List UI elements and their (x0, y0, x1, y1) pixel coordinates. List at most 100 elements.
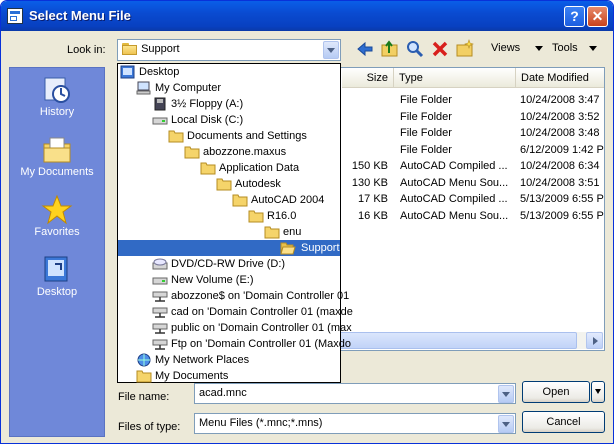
row-size: 17 KB (358, 193, 388, 205)
tree-item[interactable]: My Documents (136, 368, 228, 384)
row-date: 6/12/2009 1:42 P (520, 144, 604, 156)
tree-item[interactable]: abozzone$ on 'Domain Controller 01 (152, 288, 349, 304)
column-header-type[interactable]: Type (394, 68, 516, 88)
lookin-label: Look in: (67, 44, 106, 56)
row-date: 10/24/2008 3:48 (520, 127, 600, 139)
place-desktop[interactable]: Desktop (10, 254, 104, 298)
row-date: 10/24/2008 3:47 (520, 94, 600, 106)
tree-item[interactable]: cad on 'Domain Controller 01 (maxde (152, 304, 353, 320)
dialog-window: Select Menu File ? ✕ Look in: Support Vi… (0, 0, 614, 444)
filename-combo[interactable]: acad.mnc (194, 383, 516, 404)
help-button[interactable]: ? (564, 6, 585, 27)
row-type[interactable]: File Folder (400, 144, 514, 156)
column-header-size[interactable]: Size (342, 68, 394, 88)
folder-icon (216, 177, 232, 191)
tree-item-label: abozzone$ on 'Domain Controller 01 (171, 290, 350, 302)
tree-item-label: Support (301, 242, 340, 254)
tools-menu[interactable]: Tools (552, 42, 597, 54)
filetype-value: Menu Files (*.mnc;*.mns) (199, 417, 323, 429)
tree-item-label: New Volume (E:) (171, 274, 254, 286)
tree-item-label: cad on 'Domain Controller 01 (maxde (171, 306, 353, 318)
row-date: 5/13/2009 6:55 P (520, 193, 604, 205)
row-type[interactable]: File Folder (400, 94, 514, 106)
tree-item[interactable]: Application Data (200, 160, 299, 176)
folder-icon (168, 129, 184, 143)
row-date: 10/24/2008 6:34 (520, 160, 600, 172)
lookin-value: Support (141, 43, 180, 55)
chevron-down-icon (588, 45, 597, 51)
lookin-dropdown-list[interactable]: Desktop My Computer 3½ Floppy (A:) Local Di… (117, 63, 353, 384)
row-type[interactable]: File Folder (400, 111, 514, 123)
delete-icon (432, 41, 448, 57)
tree-item-label: 3½ Floppy (A:) (171, 98, 244, 110)
tree-item[interactable]: DVD/CD-RW Drive (D:) (152, 256, 285, 272)
cd-drive-icon (152, 257, 168, 271)
computer-icon (136, 81, 152, 95)
open-options-button[interactable] (591, 381, 605, 403)
places-bar: History My Documents Favorites Desktop (9, 67, 105, 437)
tree-item-label: Documents and Settings (187, 130, 307, 142)
app-icon (7, 8, 23, 24)
row-type[interactable]: AutoCAD Compiled ... (400, 160, 514, 172)
scroll-right-button[interactable] (586, 332, 603, 349)
cancel-button[interactable]: Cancel (522, 411, 605, 433)
desktop-icon (44, 256, 68, 282)
tree-item[interactable]: My Computer (136, 80, 221, 96)
tree-item[interactable]: Autodesk (216, 176, 281, 192)
row-size: 130 KB (351, 177, 388, 189)
tree-item-label: Local Disk (C:) (171, 114, 244, 126)
row-type[interactable]: AutoCAD Compiled ... (400, 193, 514, 205)
tree-item[interactable]: AutoCAD 2004 (232, 192, 324, 208)
close-button[interactable]: ✕ (587, 6, 608, 27)
tree-item-label: enu (283, 226, 302, 238)
row-type[interactable]: File Folder (400, 127, 514, 139)
place-history[interactable]: History (10, 74, 104, 118)
filetype-combo[interactable]: Menu Files (*.mnc;*.mns) (194, 413, 516, 434)
tree-item[interactable]: Local Disk (C:) (152, 112, 243, 128)
tree-item[interactable]: Documents and Settings (168, 128, 307, 144)
search-icon (407, 41, 424, 58)
views-menu[interactable]: Views (491, 42, 544, 54)
open-button[interactable]: Open (522, 381, 590, 403)
window-title: Select Menu File (29, 8, 131, 23)
back-button[interactable] (355, 39, 375, 59)
folder-icon (264, 225, 280, 239)
filetype-dropdown-arrow[interactable] (498, 415, 514, 433)
tree-item[interactable]: Desktop (120, 64, 179, 80)
floppy-icon (152, 97, 168, 111)
column-header-date[interactable]: Date Modified (516, 68, 604, 88)
place-favorites[interactable]: Favorites (10, 194, 104, 238)
filename-label: File name: (118, 391, 170, 403)
tree-item[interactable]: R16.0 (248, 208, 296, 224)
drive-icon (152, 273, 168, 287)
folder-icon (184, 145, 200, 159)
title-bar[interactable]: Select Menu File ? ✕ (1, 1, 613, 31)
folder-icon (136, 369, 152, 383)
tree-item[interactable]: Support (118, 240, 340, 256)
up-folder-button[interactable] (380, 39, 400, 59)
tree-item[interactable]: enu (264, 224, 301, 240)
filename-input[interactable]: acad.mnc (199, 387, 247, 399)
tree-item[interactable]: 3½ Floppy (A:) (152, 96, 243, 112)
tree-item[interactable]: New Volume (E:) (152, 272, 254, 288)
tree-item[interactable]: My Network Places (136, 352, 249, 368)
history-icon (44, 77, 70, 103)
tree-item-label: My Computer (155, 82, 222, 94)
tree-item[interactable]: abozzone.maxus (184, 144, 286, 160)
folder-icon (122, 43, 138, 56)
search-web-button[interactable] (405, 39, 425, 59)
new-folder-button[interactable] (455, 39, 475, 59)
place-my-documents[interactable]: My Documents (10, 134, 104, 178)
tree-item[interactable]: Ftp on 'Domain Controller 01 (Maxdo (152, 336, 351, 352)
row-type[interactable]: AutoCAD Menu Sou... (400, 177, 514, 189)
row-size: 16 KB (358, 210, 388, 222)
lookin-combo[interactable]: Support (117, 39, 341, 61)
filename-dropdown-arrow[interactable] (498, 385, 514, 403)
lookin-dropdown-arrow[interactable] (323, 41, 339, 59)
row-type[interactable]: AutoCAD Menu Sou... (400, 210, 514, 222)
delete-button[interactable] (430, 39, 450, 59)
tree-item-label: Ftp on 'Domain Controller 01 (Maxdo (171, 338, 352, 350)
tree-item[interactable]: public on 'Domain Controller 01 (max (152, 320, 352, 336)
folder-icon (232, 193, 248, 207)
filetype-label: Files of type: (118, 421, 181, 433)
